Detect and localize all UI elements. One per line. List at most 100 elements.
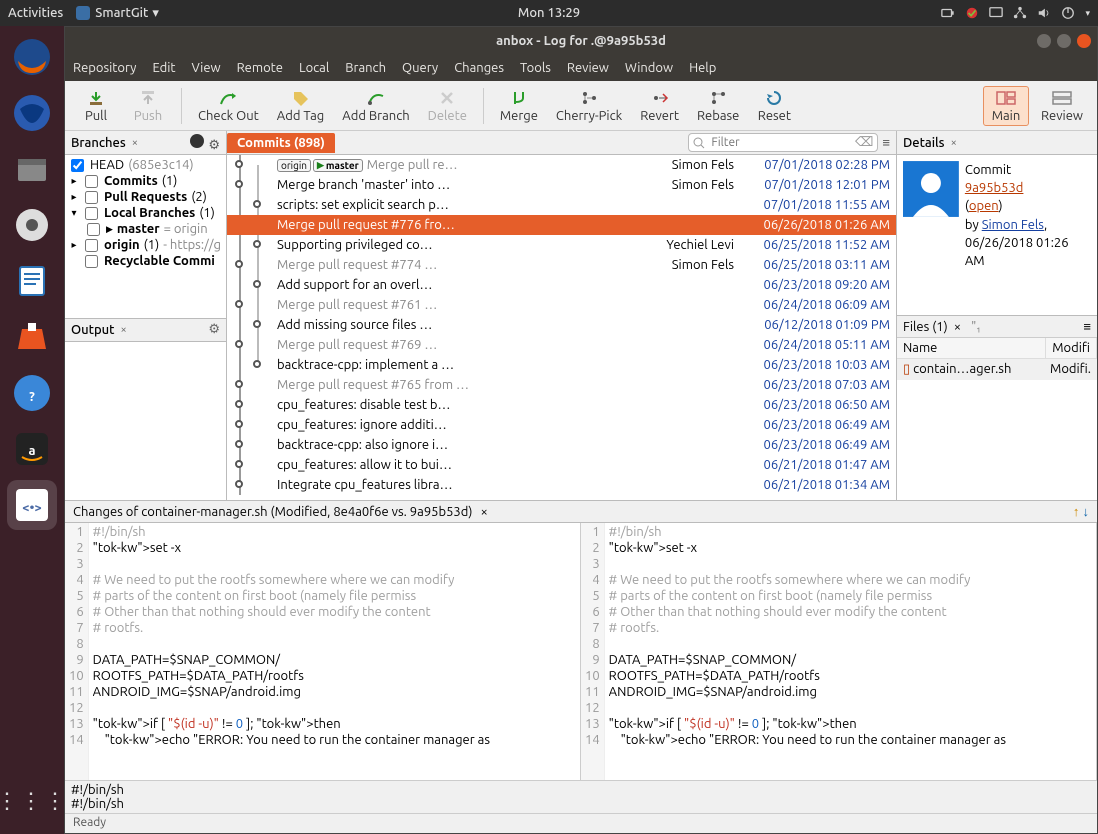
launcher-amazon[interactable]: a <box>7 424 57 474</box>
menu-edit[interactable]: Edit <box>152 61 175 75</box>
menu-changes[interactable]: Changes <box>454 61 504 75</box>
commit-row[interactable]: Merge branch 'master' into …Simon Fels07… <box>227 175 896 195</box>
menu-help[interactable]: Help <box>689 61 716 75</box>
branch-recyclable[interactable]: Recyclable Commi <box>67 253 224 269</box>
menu-view[interactable]: View <box>192 61 221 75</box>
launcher-smartgit[interactable]: <•> <box>7 480 57 530</box>
display-icon[interactable] <box>989 6 1003 20</box>
commit-row[interactable]: Merge pull request #761 …06/24/2018 06:0… <box>227 295 896 315</box>
branch-origin[interactable]: ▸ origin (1) - https://g <box>67 237 224 253</box>
menu-window[interactable]: Window <box>625 61 673 75</box>
file-row[interactable]: ▯contain…ager.sh Modifi. <box>897 359 1097 380</box>
branch-head[interactable]: HEAD (685e3c14) <box>67 157 224 173</box>
addbranch-button[interactable]: Add Branch <box>336 87 415 125</box>
power-icon[interactable] <box>1061 6 1075 20</box>
menu-review[interactable]: Review <box>567 61 609 75</box>
main-perspective-button[interactable]: Main <box>983 86 1029 126</box>
window-close[interactable] <box>1077 34 1091 48</box>
launcher-firefox[interactable] <box>7 32 57 82</box>
revert-button[interactable]: Revert <box>634 87 685 125</box>
commit-row[interactable]: Integrate cpu_features libra…06/21/2018 … <box>227 475 896 495</box>
diff-left[interactable]: 1234567891011121314 #!/bin/sh"tok-kw">se… <box>65 523 581 780</box>
addtag-button[interactable]: Add Tag <box>271 87 331 125</box>
reset-button[interactable]: Reset <box>751 87 797 125</box>
files-tab[interactable]: Files (1) <box>903 320 948 334</box>
volume-icon[interactable] <box>1037 6 1051 20</box>
col-mod[interactable]: Modifi <box>1046 338 1097 358</box>
commit-row[interactable]: Merge pull request #774 …Simon Fels06/25… <box>227 255 896 275</box>
commits-list[interactable]: origin▶masterMerge pull re…Simon Fels07/… <box>227 155 896 500</box>
menu-repository[interactable]: Repository <box>73 61 136 75</box>
window-maximize[interactable] <box>1057 34 1071 48</box>
close-icon[interactable]: × <box>954 320 961 334</box>
commit-row[interactable]: backtrace-cpp: implement a …06/23/2018 1… <box>227 355 896 375</box>
gear-icon[interactable]: ⚙ <box>208 322 220 337</box>
rebase-button[interactable]: Rebase <box>691 87 745 125</box>
commit-row[interactable]: Add missing source files …06/12/2018 01:… <box>227 315 896 335</box>
close-icon[interactable]: × <box>951 137 957 149</box>
details-tab[interactable]: Details <box>903 136 945 150</box>
activities-button[interactable]: Activities <box>8 6 63 20</box>
commit-row[interactable]: origin▶masterMerge pull re…Simon Fels07/… <box>227 155 896 175</box>
prev-diff-icon[interactable]: ↑ <box>1073 505 1080 519</box>
commit-row[interactable]: Merge pull request #769 …06/24/2018 05:1… <box>227 335 896 355</box>
hamburger-icon[interactable]: ≡ <box>882 135 890 150</box>
window-minimize[interactable] <box>1037 34 1051 48</box>
commit-hash-link[interactable]: 9a95b53d <box>965 181 1024 195</box>
commits-tab[interactable]: Commits (898) <box>227 133 335 153</box>
launcher-files[interactable] <box>7 144 57 194</box>
branches-tab[interactable]: Branches <box>71 136 126 150</box>
app-menu[interactable]: SmartGit ▾ <box>75 5 159 21</box>
chevron-down-icon[interactable]: ▾ <box>1085 8 1090 19</box>
close-icon[interactable]: × <box>121 324 127 336</box>
network-icon[interactable] <box>1013 6 1027 20</box>
branch-local[interactable]: ▾ Local Branches (1) <box>67 205 224 221</box>
battery-icon[interactable] <box>941 6 955 20</box>
sync-icon[interactable] <box>965 6 979 20</box>
branch-commits[interactable]: ▸ Commits (1) <box>67 173 224 189</box>
close-icon[interactable]: × <box>480 505 487 519</box>
menu-bar: Repository Edit View Remote Local Branch… <box>65 55 1097 81</box>
checkout-button[interactable]: Check Out <box>192 87 265 125</box>
menu-local[interactable]: Local <box>299 61 329 75</box>
pull-button[interactable]: Pull <box>73 87 119 125</box>
commit-row[interactable]: scripts: set explicit search p…07/01/201… <box>227 195 896 215</box>
commit-row[interactable]: Add support for an overl…06/23/2018 09:2… <box>227 275 896 295</box>
github-icon[interactable] <box>189 133 205 149</box>
launcher-help[interactable]: ? <box>7 368 57 418</box>
launcher-rhythmbox[interactable] <box>7 200 57 250</box>
diff-tab[interactable]: Changes of container-manager.sh (Modifie… <box>73 505 472 519</box>
merge-button[interactable]: Merge <box>494 87 544 125</box>
menu-remote[interactable]: Remote <box>237 61 283 75</box>
launcher-thunderbird[interactable] <box>7 88 57 138</box>
hamburger-icon[interactable]: ≡ <box>1083 319 1091 334</box>
launcher-writer[interactable] <box>7 256 57 306</box>
branch-master[interactable]: ▶ master = origin <box>67 221 224 237</box>
commit-row[interactable]: backtrace-cpp: also ignore i…06/23/2018 … <box>227 435 896 455</box>
close-icon[interactable]: × <box>132 137 138 149</box>
cherrypick-button[interactable]: Cherry-Pick <box>550 87 628 125</box>
commit-row[interactable]: Merge pull request #765 from …06/23/2018… <box>227 375 896 395</box>
author-link[interactable]: Simon Fels <box>982 218 1044 232</box>
menu-tools[interactable]: Tools <box>520 61 551 75</box>
commit-row[interactable]: cpu_features: allow it to bui…06/21/2018… <box>227 455 896 475</box>
menu-query[interactable]: Query <box>402 61 438 75</box>
clock[interactable]: Mon 13:29 <box>518 6 580 20</box>
launcher-apps-grid[interactable]: ⋮⋮⋮ <box>0 788 68 814</box>
next-diff-icon[interactable]: ↓ <box>1083 505 1090 519</box>
commit-row[interactable]: Merge pull request #776 fro…06/26/2018 0… <box>227 215 896 235</box>
launcher-software[interactable] <box>7 312 57 362</box>
output-tab[interactable]: Output <box>71 323 115 337</box>
clear-icon[interactable]: ⌫ <box>855 135 873 150</box>
open-link[interactable]: open <box>969 199 999 213</box>
branch-prs[interactable]: ▸ Pull Requests (2) <box>67 189 224 205</box>
filter-input[interactable] <box>688 133 878 152</box>
menu-branch[interactable]: Branch <box>345 61 386 75</box>
review-perspective-button[interactable]: Review <box>1035 87 1089 125</box>
diff-right[interactable]: 1234567891011121314 #!/bin/sh"tok-kw">se… <box>581 523 1097 780</box>
compare-icon[interactable]: "₁ <box>971 320 981 334</box>
col-name[interactable]: Name <box>897 338 1046 358</box>
commit-row[interactable]: Supporting privileged co…Yechiel Levi06/… <box>227 235 896 255</box>
commit-row[interactable]: cpu_features: disable test b…06/23/2018 … <box>227 395 896 415</box>
commit-row[interactable]: cpu_features: ignore additi…06/23/2018 0… <box>227 415 896 435</box>
